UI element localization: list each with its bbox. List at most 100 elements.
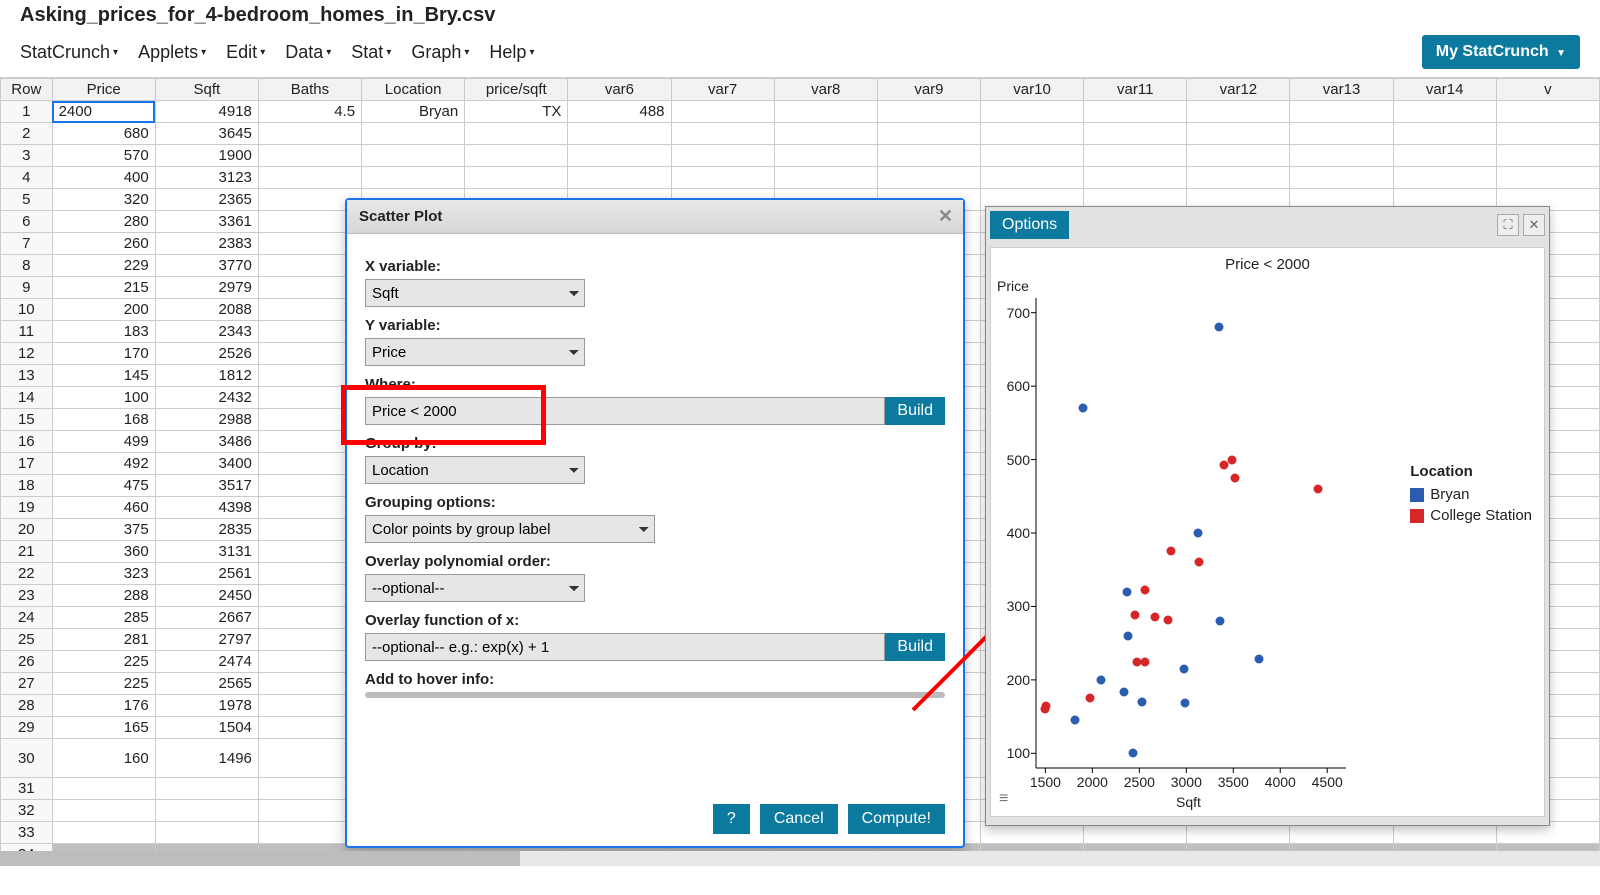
row-number[interactable]: 9 bbox=[1, 277, 53, 299]
cell[interactable]: 2343 bbox=[155, 321, 258, 343]
cell[interactable]: 165 bbox=[52, 717, 155, 739]
menu-applets[interactable]: Applets ▾ bbox=[138, 42, 206, 63]
cell[interactable]: 680 bbox=[52, 123, 155, 145]
data-point[interactable] bbox=[1163, 616, 1172, 625]
cell[interactable]: 4918 bbox=[155, 101, 258, 123]
cell[interactable]: 2450 bbox=[155, 585, 258, 607]
cell[interactable]: Bryan bbox=[362, 101, 465, 123]
cell[interactable] bbox=[1290, 101, 1393, 123]
cell[interactable] bbox=[1084, 101, 1187, 123]
spreadsheet[interactable]: RowPriceSqftBathsLocationprice/sqftvar6v… bbox=[0, 78, 1600, 866]
data-point[interactable] bbox=[1141, 657, 1150, 666]
row-number[interactable]: 22 bbox=[1, 563, 53, 585]
row-number[interactable]: 29 bbox=[1, 717, 53, 739]
help-button[interactable]: ? bbox=[713, 804, 750, 834]
row-number[interactable]: 33 bbox=[1, 822, 53, 844]
row-number[interactable]: 26 bbox=[1, 651, 53, 673]
col-header[interactable]: var7 bbox=[671, 79, 774, 101]
cell[interactable]: 323 bbox=[52, 563, 155, 585]
cell[interactable]: 229 bbox=[52, 255, 155, 277]
cell[interactable]: 225 bbox=[52, 651, 155, 673]
menu-data[interactable]: Data ▾ bbox=[285, 42, 331, 63]
options-button[interactable]: Options bbox=[990, 211, 1069, 239]
data-point[interactable] bbox=[1180, 664, 1189, 673]
col-header[interactable]: var14 bbox=[1393, 79, 1496, 101]
cell[interactable]: 1900 bbox=[155, 145, 258, 167]
cell[interactable]: 4.5 bbox=[258, 101, 361, 123]
cell[interactable] bbox=[671, 167, 774, 189]
data-point[interactable] bbox=[1070, 716, 1079, 725]
cell[interactable] bbox=[568, 145, 671, 167]
cell[interactable] bbox=[1393, 123, 1496, 145]
cell[interactable] bbox=[774, 145, 877, 167]
data-point[interactable] bbox=[1194, 558, 1203, 567]
col-header[interactable]: var13 bbox=[1290, 79, 1393, 101]
col-header[interactable]: v bbox=[1496, 79, 1599, 101]
row-number[interactable]: 18 bbox=[1, 475, 53, 497]
cell[interactable]: 2979 bbox=[155, 277, 258, 299]
cell[interactable] bbox=[155, 800, 258, 822]
overlay-func-build-button[interactable]: Build bbox=[885, 633, 945, 661]
cell[interactable] bbox=[1496, 101, 1599, 123]
col-header[interactable]: Row bbox=[1, 79, 53, 101]
col-header[interactable]: var9 bbox=[877, 79, 980, 101]
row-number[interactable]: 19 bbox=[1, 497, 53, 519]
data-point[interactable] bbox=[1181, 699, 1190, 708]
row-number[interactable]: 5 bbox=[1, 189, 53, 211]
data-point[interactable] bbox=[1096, 675, 1105, 684]
data-point[interactable] bbox=[1228, 456, 1237, 465]
cell[interactable] bbox=[52, 778, 155, 800]
close-icon[interactable]: ✕ bbox=[1523, 214, 1545, 236]
row-number[interactable]: 15 bbox=[1, 409, 53, 431]
cell[interactable] bbox=[671, 123, 774, 145]
cell[interactable] bbox=[1290, 167, 1393, 189]
cell[interactable]: 2667 bbox=[155, 607, 258, 629]
cell[interactable]: 176 bbox=[52, 695, 155, 717]
data-point[interactable] bbox=[1219, 461, 1228, 470]
my-statcrunch-button[interactable]: My StatCrunch ▼ bbox=[1422, 35, 1580, 69]
cell[interactable] bbox=[1187, 145, 1290, 167]
dialog-title-bar[interactable]: Scatter Plot ✕ bbox=[347, 200, 963, 234]
cell[interactable] bbox=[1496, 167, 1599, 189]
data-point[interactable] bbox=[1130, 611, 1139, 620]
cell[interactable] bbox=[465, 167, 568, 189]
data-point[interactable] bbox=[1215, 323, 1224, 332]
data-point[interactable] bbox=[1137, 697, 1146, 706]
row-number[interactable]: 23 bbox=[1, 585, 53, 607]
cell[interactable]: 2797 bbox=[155, 629, 258, 651]
row-number[interactable]: 25 bbox=[1, 629, 53, 651]
cell[interactable]: 492 bbox=[52, 453, 155, 475]
row-number[interactable]: 4 bbox=[1, 167, 53, 189]
cell[interactable] bbox=[258, 167, 361, 189]
row-number[interactable]: 28 bbox=[1, 695, 53, 717]
cell[interactable] bbox=[774, 101, 877, 123]
menu-stat[interactable]: Stat ▾ bbox=[351, 42, 391, 63]
cell[interactable]: 499 bbox=[52, 431, 155, 453]
cell[interactable] bbox=[362, 123, 465, 145]
row-number[interactable]: 3 bbox=[1, 145, 53, 167]
cell[interactable] bbox=[877, 167, 980, 189]
cell[interactable]: 2432 bbox=[155, 387, 258, 409]
cell[interactable]: 3645 bbox=[155, 123, 258, 145]
menu-graph[interactable]: Graph ▾ bbox=[411, 42, 469, 63]
cell[interactable] bbox=[1496, 145, 1599, 167]
cell[interactable]: 1504 bbox=[155, 717, 258, 739]
cell[interactable]: 3486 bbox=[155, 431, 258, 453]
cell[interactable]: 2565 bbox=[155, 673, 258, 695]
cell[interactable]: 288 bbox=[52, 585, 155, 607]
cell[interactable] bbox=[1187, 123, 1290, 145]
cell[interactable]: 4398 bbox=[155, 497, 258, 519]
cell[interactable]: 475 bbox=[52, 475, 155, 497]
row-number[interactable]: 6 bbox=[1, 211, 53, 233]
row-number[interactable]: 2 bbox=[1, 123, 53, 145]
cell[interactable] bbox=[877, 101, 980, 123]
h-scrollbar[interactable] bbox=[0, 851, 1600, 866]
cell[interactable] bbox=[258, 145, 361, 167]
row-number[interactable]: 24 bbox=[1, 607, 53, 629]
cell[interactable]: 2400 bbox=[52, 101, 155, 123]
overlay-func-input[interactable] bbox=[365, 633, 885, 661]
menu-help[interactable]: Help ▾ bbox=[489, 42, 534, 63]
cell[interactable]: TX bbox=[465, 101, 568, 123]
col-header[interactable]: var11 bbox=[1084, 79, 1187, 101]
cell[interactable]: 145 bbox=[52, 365, 155, 387]
